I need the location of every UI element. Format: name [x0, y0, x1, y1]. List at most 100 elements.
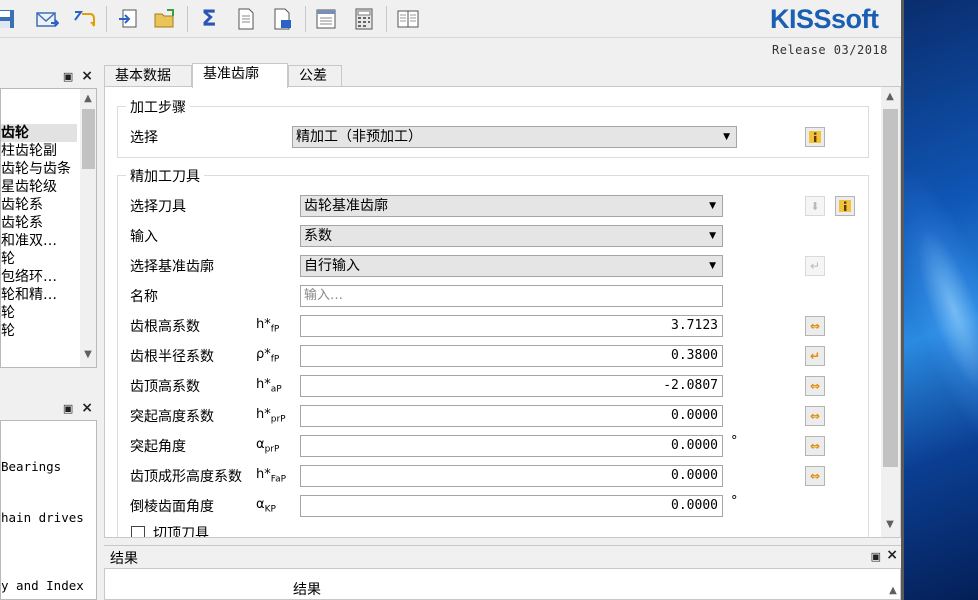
process-group-title: 加工步骤: [126, 97, 190, 117]
scroll-up-icon[interactable]: ▲: [80, 91, 96, 107]
dedendum-coefficient-field[interactable]: 3.7123: [300, 315, 723, 337]
sizing-button[interactable]: ⇔: [805, 436, 825, 456]
chamfer-angle-field[interactable]: 0.0000: [300, 495, 723, 517]
info-button[interactable]: [805, 127, 825, 147]
tree-panel-header: ▣ ×: [0, 66, 97, 86]
pin-icon[interactable]: ▣: [871, 550, 881, 563]
undo-icon[interactable]: [71, 6, 97, 32]
sizing-button[interactable]: ⇔: [805, 406, 825, 426]
scroll-thumb[interactable]: [883, 109, 898, 467]
param-symbol: ρ*fP: [256, 347, 280, 365]
tree-item[interactable]: 齿轮: [1, 124, 77, 142]
tool-group-title: 精加工刀具: [126, 166, 204, 186]
email-icon[interactable]: [34, 6, 60, 32]
list-item[interactable]: hain drives: [1, 510, 84, 525]
param-label: 倒棱齿面角度: [130, 499, 214, 515]
select-tool-label: 选择刀具: [130, 199, 186, 215]
apply-button[interactable]: ↵: [805, 346, 825, 366]
chevron-down-icon: ▼: [709, 231, 716, 241]
double-arrow-icon: ⇔: [809, 379, 821, 393]
reference-profile-dropdown[interactable]: 自行输入 ▼: [300, 255, 723, 277]
chevron-down-icon: ▼: [723, 132, 730, 142]
tree-item[interactable]: 轮: [1, 304, 15, 322]
name-label: 名称: [130, 289, 158, 305]
sizing-button[interactable]: ⇔: [805, 466, 825, 486]
scroll-up-icon[interactable]: ▲: [882, 89, 898, 105]
save-icon[interactable]: [0, 6, 18, 32]
desktop-background: [904, 0, 978, 600]
param-symbol: h*prP: [256, 407, 286, 425]
tree-item[interactable]: 包络环…: [1, 268, 57, 286]
process-select-label: 选择: [130, 130, 158, 146]
tool-database-button[interactable]: ⬇: [805, 196, 825, 216]
tool-info-button[interactable]: [835, 196, 855, 216]
input-mode-dropdown[interactable]: 系数 ▼: [300, 225, 723, 247]
scroll-thumb[interactable]: [82, 109, 95, 169]
scroll-up-icon[interactable]: ▲: [885, 583, 901, 599]
tab-tolerances[interactable]: 公差: [288, 65, 342, 87]
tree-item[interactable]: 轮: [1, 250, 15, 268]
param-symbol: h*fP: [256, 317, 280, 335]
sigma-icon[interactable]: Σ: [196, 6, 222, 32]
param-symbol: h*FaP: [256, 467, 287, 485]
report-icon[interactable]: [314, 6, 340, 32]
info-icon: [809, 131, 821, 143]
scroll-down-icon[interactable]: ▼: [80, 347, 96, 363]
tree-item[interactable]: 轮和精…: [1, 286, 57, 304]
apply-profile-button[interactable]: ↵: [805, 256, 825, 276]
select-tool-dropdown[interactable]: 齿轮基准齿廓 ▼: [300, 195, 723, 217]
protuberance-angle-field[interactable]: 0.0000: [300, 435, 723, 457]
name-field[interactable]: 输入…: [300, 285, 723, 307]
double-arrow-icon: ⇔: [809, 469, 821, 483]
root-radius-coefficient-field[interactable]: 0.3800: [300, 345, 723, 367]
document-export-icon[interactable]: [270, 6, 296, 32]
toolbar: Σ KISSsoft: [0, 0, 901, 38]
book-icon[interactable]: [395, 6, 421, 32]
tree-scrollbar[interactable]: ▲ ▼: [80, 89, 96, 367]
tree-item[interactable]: 轮: [1, 322, 15, 340]
import-icon[interactable]: [115, 6, 141, 32]
release-label: Release 03/2018: [772, 43, 888, 57]
calculator-icon[interactable]: [351, 6, 377, 32]
tree-item[interactable]: 齿轮系: [1, 214, 43, 232]
enter-arrow-icon: ↵: [809, 259, 821, 273]
param-label: 齿顶成形高度系数: [130, 469, 242, 485]
open-folder-icon[interactable]: [152, 6, 178, 32]
tab-basic-data[interactable]: 基本数据: [104, 65, 192, 87]
document-icon[interactable]: [233, 6, 259, 32]
param-symbol: αKP: [256, 497, 276, 515]
tree-item[interactable]: 柱齿轮副: [1, 142, 57, 160]
param-label: 齿顶高系数: [130, 379, 200, 395]
process-select[interactable]: 精加工（非预加工） ▼: [292, 126, 737, 148]
unit-label: °: [731, 434, 738, 449]
results-panel: 结果 ▲: [104, 568, 901, 600]
tree-item[interactable]: 星齿轮级: [1, 178, 57, 196]
unit-label: °: [731, 494, 738, 509]
sizing-button[interactable]: ⇔: [805, 376, 825, 396]
tree-item[interactable]: 和准双…: [1, 232, 57, 250]
tip-tool-checkbox[interactable]: [131, 526, 145, 537]
close-icon[interactable]: ×: [81, 68, 93, 84]
reference-profile-label: 选择基准齿廓: [130, 259, 214, 275]
close-icon[interactable]: ×: [886, 547, 898, 563]
close-icon[interactable]: ×: [81, 400, 93, 416]
list-item[interactable]: y and Index: [1, 578, 84, 593]
addendum-coefficient-field[interactable]: -2.0807: [300, 375, 723, 397]
enter-arrow-icon: ↵: [809, 349, 821, 363]
pin-icon[interactable]: ▣: [63, 402, 73, 415]
sizing-button[interactable]: ⇔: [805, 316, 825, 336]
main-scrollbar[interactable]: ▲ ▼: [881, 87, 900, 537]
info-icon: [839, 200, 851, 212]
chevron-down-icon: ▼: [709, 261, 716, 271]
pin-icon[interactable]: ▣: [63, 70, 73, 83]
tree-item[interactable]: 齿轮与齿条: [1, 160, 71, 178]
tip-form-height-field[interactable]: 0.0000: [300, 465, 723, 487]
main-panel: 加工步骤 选择 精加工（非预加工） ▼ 精加工刀具 选择刀具 齿轮基准齿廓 ▼ …: [104, 86, 901, 538]
scroll-down-icon[interactable]: ▼: [882, 517, 898, 533]
list-item[interactable]: Bearings: [1, 459, 61, 474]
results-title: 结果: [110, 551, 138, 567]
tab-reference-profile[interactable]: 基准齿廓: [192, 63, 288, 88]
bottom-panel-header: ▣ ×: [0, 398, 97, 418]
protuberance-height-field[interactable]: 0.0000: [300, 405, 723, 427]
tree-item[interactable]: 齿轮系: [1, 196, 43, 214]
